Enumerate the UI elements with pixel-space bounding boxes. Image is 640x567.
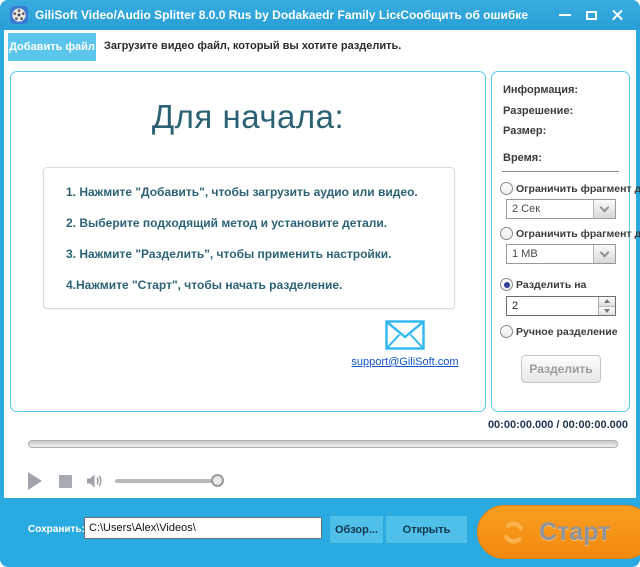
stop-button[interactable] — [59, 475, 72, 488]
step-line: 4.Нажмите "Старт", чтобы начать разделен… — [66, 278, 444, 292]
step-line: 3. Нажмите "Разделить", чтобы применить … — [66, 247, 444, 261]
content-area: Добавить файл Загрузите видео файл, кото… — [4, 30, 636, 498]
stepper-buttons — [598, 297, 615, 315]
page-title: Для начала: — [11, 98, 485, 136]
info-panel: Информация: Разрешение: Размер: Время: О… — [491, 71, 630, 412]
split-count-stepper[interactable]: 2 — [506, 296, 616, 316]
report-error-link[interactable]: Сообщить об ошибке — [400, 8, 528, 22]
divider — [502, 171, 619, 172]
radio-icon — [500, 182, 513, 195]
chevron-down-icon[interactable] — [593, 200, 615, 218]
spinner-up-icon — [604, 299, 610, 303]
radio-limit-size[interactable]: Ограничить фрагмент до — [500, 227, 640, 240]
play-button[interactable] — [28, 472, 42, 490]
spinner-down-icon — [604, 309, 610, 313]
maximize-button[interactable] — [580, 5, 602, 25]
support-block: support@GiliSoft.com — [349, 320, 461, 370]
footer-bar: Сохранить: Обзор... Открыть Старт — [4, 498, 636, 563]
swirl-icon — [500, 519, 527, 546]
steps-box: 1. Нажмите "Добавить", чтобы загрузить а… — [43, 167, 455, 309]
save-path-input[interactable] — [84, 517, 322, 539]
save-label: Сохранить: — [28, 524, 85, 535]
volume-slider[interactable] — [115, 479, 220, 483]
support-email-link[interactable]: support@GiliSoft.com — [351, 356, 458, 368]
close-button[interactable] — [606, 5, 628, 25]
size-label: Размер: — [503, 125, 546, 137]
radio-label: Ручное разделение — [516, 326, 618, 338]
browse-button[interactable]: Обзор... — [330, 516, 383, 543]
chevron-down-icon[interactable] — [593, 245, 615, 263]
radio-label: Ограничить фрагмент до — [516, 228, 640, 240]
toolbar-hint: Загрузите видео файл, который вы хотите … — [104, 40, 401, 52]
film-reel-icon — [10, 6, 28, 24]
info-label: Информация: — [503, 84, 578, 96]
envelope-icon — [385, 320, 425, 350]
radio-manual-split[interactable]: Ручное разделение — [500, 325, 618, 338]
main-panel: Для начала: 1. Нажмите "Добавить", чтобы… — [10, 71, 486, 412]
split-count-value: 2 — [507, 300, 598, 312]
time-display: 00:00:00.000 / 00:00:00.000 — [488, 419, 628, 431]
open-button[interactable]: Открыть — [386, 516, 467, 543]
duration-select[interactable]: 2 Сек — [506, 199, 616, 219]
stepper-down-button[interactable] — [599, 306, 615, 316]
volume-knob[interactable] — [211, 474, 224, 487]
seek-bar[interactable] — [28, 440, 618, 448]
stepper-up-button[interactable] — [599, 297, 615, 306]
radio-limit-duration[interactable]: Ограничить фрагмент до — [500, 182, 640, 195]
radio-split-into[interactable]: Разделить на — [500, 278, 586, 291]
size-select-value: 1 MB — [507, 248, 593, 260]
radio-label: Разделить на — [516, 279, 586, 291]
time-label: Время: — [503, 152, 542, 164]
step-line: 1. Нажмите "Добавить", чтобы загрузить а… — [66, 185, 444, 199]
stop-icon — [59, 475, 72, 488]
start-label: Старт — [539, 518, 610, 547]
app-window: GiliSoft Video/Audio Splitter 8.0.0 Rus … — [0, 0, 640, 567]
resolution-label: Разрешение: — [503, 105, 573, 117]
radio-selected-icon — [500, 278, 513, 291]
player-controls — [28, 468, 220, 494]
duration-select-value: 2 Сек — [507, 203, 593, 215]
radio-icon — [500, 325, 513, 338]
minimize-button[interactable] — [554, 5, 576, 25]
play-icon — [28, 472, 42, 490]
maximize-icon — [586, 11, 597, 20]
radio-label: Ограничить фрагмент до — [516, 183, 640, 195]
radio-icon — [500, 227, 513, 240]
size-select[interactable]: 1 MB — [506, 244, 616, 264]
start-button[interactable]: Старт — [477, 505, 640, 559]
speaker-icon[interactable] — [86, 473, 103, 489]
step-line: 2. Выберите подходящий метод и установит… — [66, 216, 444, 230]
window-title: GiliSoft Video/Audio Splitter 8.0.0 Rus … — [35, 8, 400, 22]
title-bar: GiliSoft Video/Audio Splitter 8.0.0 Rus … — [0, 0, 640, 30]
close-icon — [611, 9, 624, 22]
add-file-tab[interactable]: Добавить файл — [8, 33, 96, 61]
split-button[interactable]: Разделить — [521, 355, 601, 383]
minimize-icon — [559, 14, 571, 16]
